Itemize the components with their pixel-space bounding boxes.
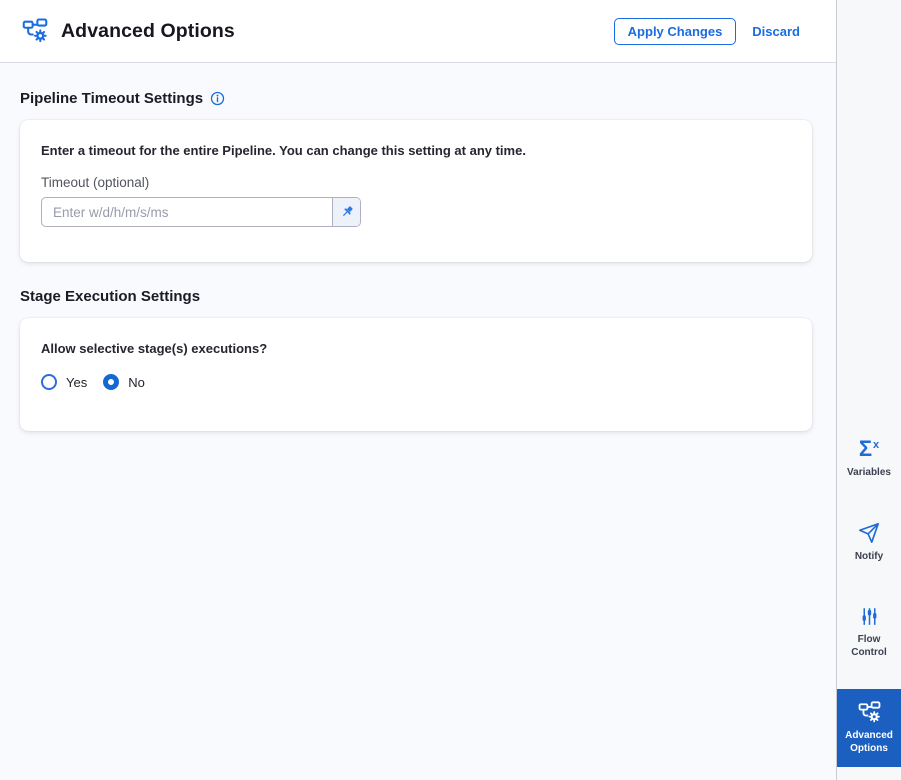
- discard-link[interactable]: Discard: [752, 24, 800, 39]
- fixed-value-pin-button[interactable]: [332, 198, 360, 226]
- paper-plane-icon: [858, 521, 880, 545]
- sigma-x-icon: Σx: [858, 436, 880, 461]
- timeout-input[interactable]: [42, 198, 332, 226]
- nav-item-advanced-options[interactable]: Advanced Options: [837, 689, 901, 767]
- page-title: Advanced Options: [61, 19, 235, 42]
- radio-yes-label: Yes: [66, 374, 88, 390]
- nav-item-flow-control[interactable]: Flow Control: [837, 593, 901, 671]
- pin-icon: [340, 205, 354, 219]
- timeout-description: Enter a timeout for the entire Pipeline.…: [41, 143, 526, 158]
- right-nav-rail: Σx Variables Notify Flow Control Advance…: [836, 0, 901, 780]
- pipeline-timeout-heading-row: Pipeline Timeout Settings: [20, 90, 812, 107]
- timeout-field-label: Timeout (optional): [41, 175, 150, 190]
- radio-yes-circle[interactable]: [41, 374, 57, 390]
- radio-option-yes[interactable]: Yes: [41, 374, 87, 390]
- timeout-input-group: [41, 197, 361, 227]
- pipeline-gear-icon: [22, 18, 48, 44]
- radio-no-label: No: [128, 374, 145, 390]
- nav-label-flow-control: Flow Control: [851, 634, 887, 658]
- sliders-icon: [859, 604, 880, 628]
- content-area: Pipeline Timeout Settings Enter a timeou…: [0, 63, 836, 780]
- nav-item-notify[interactable]: Notify: [837, 510, 901, 576]
- nav-label-variables: Variables: [847, 467, 891, 478]
- selective-stage-radio-group: Yes No: [41, 374, 791, 390]
- pipeline-gear-icon: [858, 700, 881, 724]
- stage-execution-heading-row: Stage Execution Settings: [20, 288, 812, 305]
- main-column: Advanced Options Apply Changes Discard P…: [0, 0, 836, 780]
- stage-execution-card: Allow selective stage(s) executions? Yes…: [20, 318, 812, 431]
- nav-item-variables[interactable]: Σx Variables: [837, 426, 901, 492]
- advanced-options-panel: Advanced Options Apply Changes Discard P…: [0, 0, 901, 780]
- radio-option-no[interactable]: No: [103, 374, 145, 390]
- selective-stage-question: Allow selective stage(s) executions?: [41, 341, 268, 356]
- nav-label-notify: Notify: [854, 550, 884, 562]
- stage-execution-heading: Stage Execution Settings: [20, 288, 201, 305]
- nav-label-advanced-options: Advanced Options: [845, 730, 893, 754]
- header: Advanced Options Apply Changes Discard: [0, 0, 836, 63]
- pipeline-timeout-heading: Pipeline Timeout Settings: [20, 90, 204, 107]
- info-icon[interactable]: [210, 91, 225, 106]
- pipeline-timeout-card: Enter a timeout for the entire Pipeline.…: [20, 120, 812, 262]
- apply-changes-button[interactable]: Apply Changes: [613, 17, 737, 45]
- radio-no-circle[interactable]: [103, 374, 120, 390]
